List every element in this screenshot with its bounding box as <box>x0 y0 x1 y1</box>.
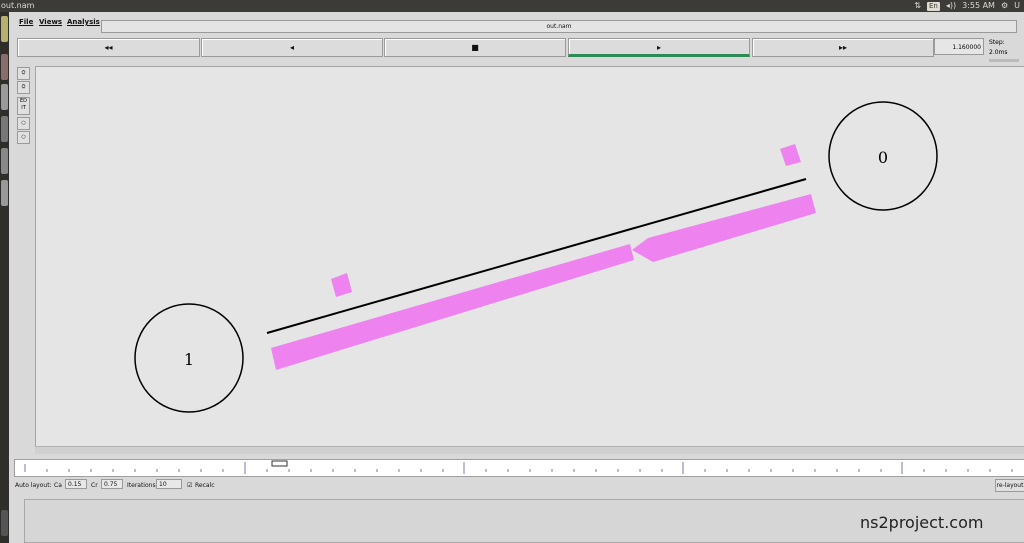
keyboard-lang-indicator[interactable]: En <box>926 1 940 11</box>
clock[interactable]: 3:55 AM <box>962 0 995 12</box>
auto-layout-label: Auto layout: <box>15 482 52 489</box>
launcher-item-app[interactable] <box>1 148 8 174</box>
volume-icon[interactable]: ◂)) <box>946 0 956 12</box>
system-top-bar: out.nam ⇅ En ◂)) 3:55 AM ⚙ U <box>0 0 1024 12</box>
recalc-checkbox[interactable]: ☑ <box>187 482 192 489</box>
menu-file[interactable]: File <box>19 18 33 26</box>
system-tray: ⇅ En ◂)) 3:55 AM ⚙ U <box>914 0 1020 12</box>
time-display: 1.160000 <box>934 38 984 55</box>
launcher-item-app[interactable] <box>1 116 8 142</box>
packet-bar <box>271 244 634 370</box>
fast-forward-button[interactable]: ▸▸ <box>752 38 934 57</box>
packet-drop <box>780 144 801 166</box>
nam-window: File Views Analysis out.nam ◂◂ ◂ ■ ▸ ▸▸ … <box>9 12 1024 543</box>
tool-column: ⛭ ⛭ ED IT ○ ○ <box>17 67 30 147</box>
launcher-item-app[interactable] <box>1 180 8 206</box>
relayout-button[interactable]: re-layout <box>995 479 1024 492</box>
cr-label: Cr <box>91 482 98 489</box>
step-label: Step: 2.0ms <box>989 39 1008 56</box>
radio-icon[interactable]: ○ <box>17 117 30 130</box>
auto-layout-bar: Auto layout: Ca 0.15 Cr 0.75 Iterations … <box>9 479 1024 495</box>
step-slider[interactable] <box>989 59 1019 62</box>
packet-drop <box>331 273 352 297</box>
step-back-button[interactable]: ◂ <box>201 38 383 57</box>
network-topology: 0 1 <box>134 101 938 413</box>
watermark: ns2project.com <box>860 513 984 532</box>
link-1-0[interactable] <box>266 178 807 334</box>
radio-icon[interactable]: ○ <box>17 131 30 144</box>
iterations-input[interactable]: 10 <box>156 479 182 489</box>
gear-icon[interactable]: ⚙ <box>1001 0 1008 12</box>
zoom-out-icon[interactable]: ⛭ <box>17 81 30 94</box>
cr-input[interactable]: 0.75 <box>101 479 123 489</box>
horizontal-scrollbar[interactable] <box>35 446 1024 454</box>
ca-label: Ca <box>54 482 62 489</box>
menu-views[interactable]: Views <box>39 18 62 26</box>
timeline-ticks <box>24 460 1013 474</box>
file-name-field: out.nam <box>101 20 1017 33</box>
node-0-label: 0 <box>878 148 888 167</box>
iterations-label: Iterations <box>127 482 156 489</box>
play-button[interactable]: ▸ <box>568 38 750 57</box>
launcher-bar <box>0 12 9 543</box>
menu-bar: File Views Analysis out.nam <box>9 15 1024 33</box>
launcher-item-dash[interactable] <box>1 16 8 42</box>
rewind-button[interactable]: ◂◂ <box>17 38 200 57</box>
zoom-in-icon[interactable]: ⛭ <box>17 67 30 80</box>
edit-button[interactable]: ED IT <box>17 97 30 115</box>
stop-button[interactable]: ■ <box>384 38 566 57</box>
timeline-slider[interactable] <box>14 459 1024 477</box>
launcher-item-trash[interactable] <box>1 510 8 536</box>
node-1-label: 1 <box>184 350 194 369</box>
user-menu[interactable]: U <box>1014 0 1020 12</box>
recalc-label: Recalc <box>195 482 215 489</box>
step-control[interactable]: Step: 2.0ms <box>986 38 1024 62</box>
launcher-item-app[interactable] <box>1 84 8 110</box>
packet-bar-arrow <box>632 194 816 262</box>
animation-canvas[interactable]: 0 1 <box>35 66 1024 453</box>
launcher-item-app[interactable] <box>1 54 8 80</box>
window-title: out.nam <box>1 1 35 10</box>
menu-analysis[interactable]: Analysis <box>67 18 100 26</box>
timeline-handle[interactable] <box>271 460 288 467</box>
ca-input[interactable]: 0.15 <box>65 479 87 489</box>
network-icon[interactable]: ⇅ <box>914 0 921 12</box>
